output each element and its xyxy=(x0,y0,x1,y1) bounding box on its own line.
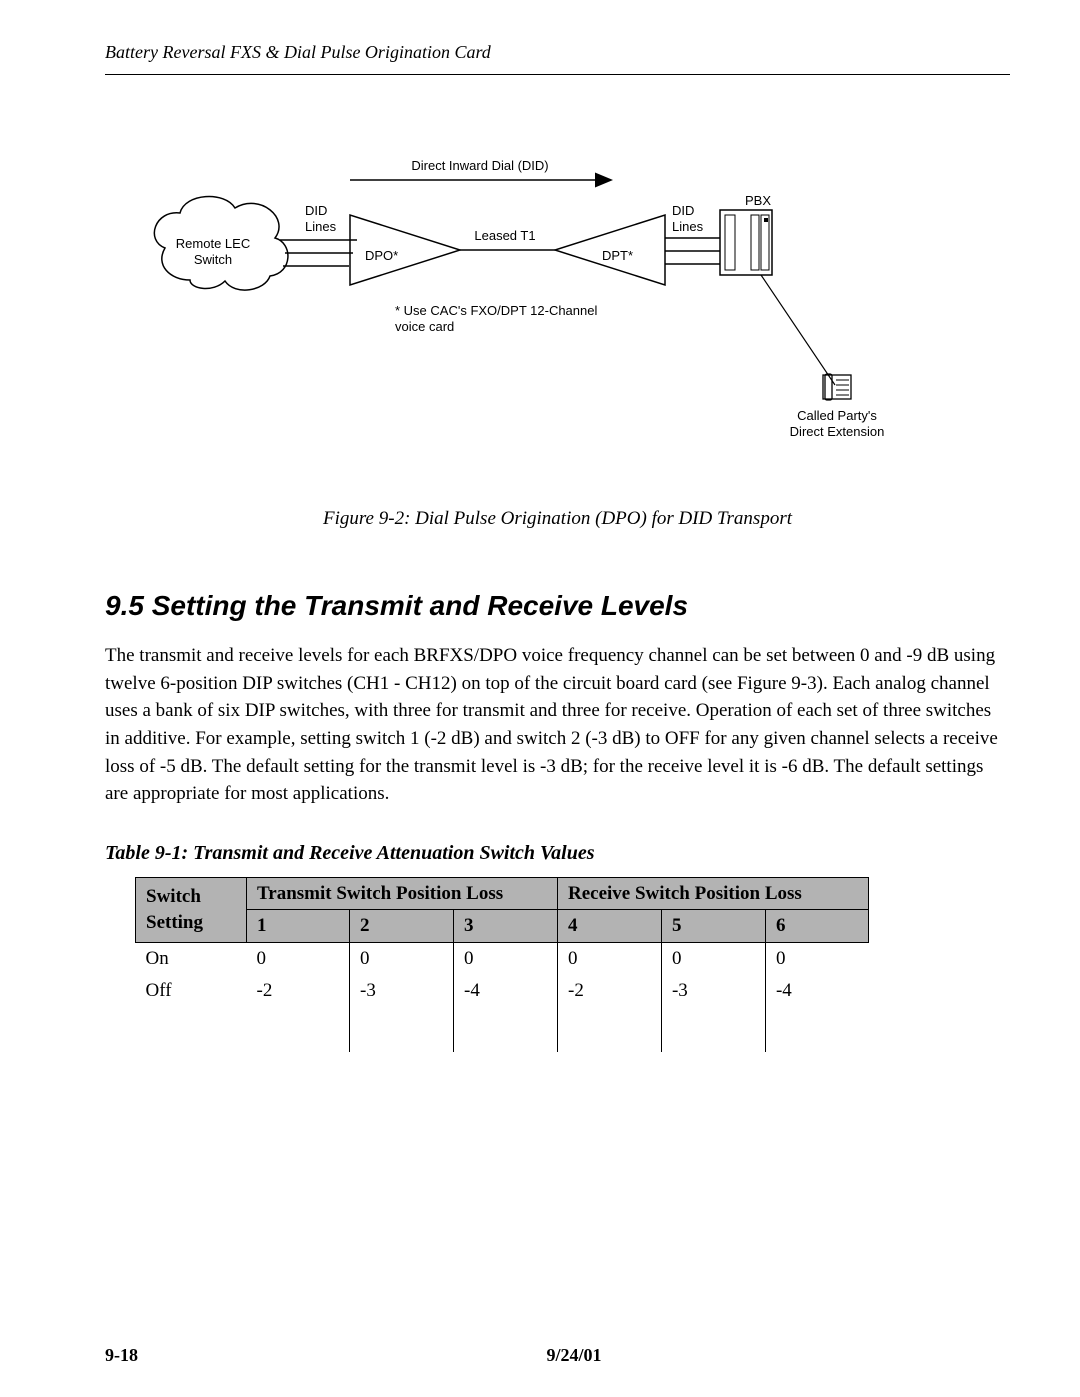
cell-v3: 0 xyxy=(454,942,558,974)
cell-v5: 0 xyxy=(661,942,765,974)
label-did-lines-left-1: DID xyxy=(305,203,327,218)
section-heading: 9.5 Setting the Transmit and Receive Lev… xyxy=(105,587,1010,625)
cell-v3: -4 xyxy=(454,975,558,1007)
cell-v5: -3 xyxy=(661,975,765,1007)
page-footer: 9-18 9/24/01 xyxy=(105,1343,1010,1367)
cell-v2: -3 xyxy=(350,975,454,1007)
cell-v2: 0 xyxy=(350,942,454,974)
label-did-lines-right-2: Lines xyxy=(672,219,704,234)
label-did-top: Direct Inward Dial (DID) xyxy=(411,158,548,173)
label-leased-t1: Leased T1 xyxy=(474,228,535,243)
attenuation-table: Switch Setting Transmit Switch Position … xyxy=(135,877,869,1053)
label-pbx: PBX xyxy=(745,193,771,208)
label-remote-lec-switch-2: Switch xyxy=(194,252,232,267)
label-called-party-1: Called Party's xyxy=(797,408,877,423)
running-head: Battery Reversal FXS & Dial Pulse Origin… xyxy=(105,40,1010,75)
label-did-lines-right-1: DID xyxy=(672,203,694,218)
col-group-transmit: Transmit Switch Position Loss xyxy=(247,877,558,910)
col-4: 4 xyxy=(558,910,662,943)
label-called-party-2: Direct Extension xyxy=(790,424,885,439)
col-group-receive: Receive Switch Position Loss xyxy=(558,877,869,910)
label-dpt: DPT* xyxy=(602,248,633,263)
table-row: Off -2 -3 -4 -2 -3 -4 xyxy=(136,975,869,1007)
table-caption: Table 9-1: Transmit and Receive Attenuat… xyxy=(105,840,1010,867)
label-remote-lec-switch-1: Remote LEC xyxy=(176,236,250,251)
cell-v1: 0 xyxy=(247,942,350,974)
label-footnote-2: voice card xyxy=(395,319,454,334)
col-switch-setting-2: Setting xyxy=(146,912,203,933)
cell-v6: 0 xyxy=(765,942,868,974)
label-did-lines-left-2: Lines xyxy=(305,219,337,234)
phone-icon xyxy=(823,374,851,400)
col-1: 1 xyxy=(247,910,350,943)
dpo-did-transport-diagram: Direct Inward Dial (DID) Remote LEC Swit… xyxy=(105,140,1005,480)
footer-date: 9/24/01 xyxy=(105,1343,1010,1367)
col-switch-setting-1: Switch xyxy=(146,886,201,907)
cell-v6: -4 xyxy=(765,975,868,1007)
table-row: On 0 0 0 0 0 0 xyxy=(136,942,869,974)
cell-v4: 0 xyxy=(558,942,662,974)
page: Battery Reversal FXS & Dial Pulse Origin… xyxy=(0,0,1080,1397)
cell-v4: -2 xyxy=(558,975,662,1007)
cell-setting: On xyxy=(136,942,247,974)
table-row-spacer xyxy=(136,1006,869,1052)
cell-v1: -2 xyxy=(247,975,350,1007)
cell-setting: Off xyxy=(136,975,247,1007)
section-body: The transmit and receive levels for each… xyxy=(105,642,1010,807)
col-6: 6 xyxy=(765,910,868,943)
figure-diagram: Direct Inward Dial (DID) Remote LEC Swit… xyxy=(105,140,1010,531)
col-3: 3 xyxy=(454,910,558,943)
label-footnote-1: * Use CAC's FXO/DPT 12-Channel xyxy=(395,303,597,318)
col-2: 2 xyxy=(350,910,454,943)
page-number: 9-18 xyxy=(105,1343,138,1367)
col-5: 5 xyxy=(661,910,765,943)
figure-caption: Figure 9-2: Dial Pulse Origination (DPO)… xyxy=(105,506,1010,532)
label-dpo: DPO* xyxy=(365,248,398,263)
